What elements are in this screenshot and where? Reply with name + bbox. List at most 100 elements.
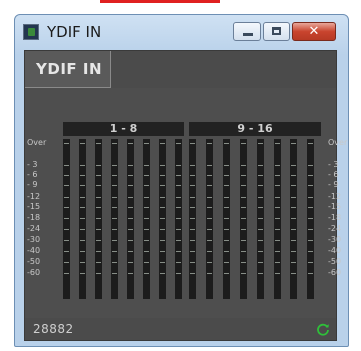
meter-tick bbox=[223, 197, 229, 198]
meter-tick bbox=[144, 262, 149, 263]
meter-tick bbox=[206, 273, 212, 274]
meter-tick bbox=[240, 240, 246, 241]
meter-tick bbox=[308, 143, 314, 144]
level-meter-15 bbox=[290, 139, 298, 299]
meter-tick bbox=[274, 185, 280, 186]
meter-tick bbox=[64, 218, 69, 219]
meter-tick bbox=[274, 262, 280, 263]
meter-tick bbox=[176, 229, 181, 230]
meter-tick bbox=[80, 185, 85, 186]
meter-tick bbox=[112, 197, 117, 198]
meter-tick bbox=[144, 175, 149, 176]
meter-tick bbox=[257, 207, 263, 208]
meter-tick bbox=[96, 240, 101, 241]
meter-tick bbox=[128, 185, 133, 186]
meter-tick bbox=[144, 273, 149, 274]
title-bar[interactable]: YDIF IN ✕ bbox=[15, 15, 348, 49]
meter-tick bbox=[190, 262, 195, 263]
meter-tick bbox=[80, 197, 85, 198]
meter-tick bbox=[291, 143, 297, 144]
meter-tick bbox=[176, 207, 181, 208]
minimize-button[interactable] bbox=[233, 22, 261, 41]
meter-tick bbox=[308, 197, 314, 198]
meter-tick bbox=[240, 207, 246, 208]
app-icon[interactable] bbox=[23, 24, 39, 40]
level-meter-9 bbox=[189, 139, 196, 299]
meter-tick bbox=[144, 240, 149, 241]
tab-label: YDIF IN bbox=[36, 60, 102, 78]
meter-tick bbox=[96, 165, 101, 166]
meter-tick bbox=[96, 185, 101, 186]
meter-tick bbox=[190, 175, 195, 176]
meter-tick bbox=[257, 273, 263, 274]
meter-tick bbox=[112, 165, 117, 166]
meter-tick bbox=[190, 273, 195, 274]
meter-tick bbox=[160, 143, 165, 144]
meter-tick bbox=[128, 229, 133, 230]
meter-tick bbox=[308, 229, 314, 230]
level-meter-2 bbox=[79, 139, 86, 299]
meter-tick bbox=[291, 185, 297, 186]
meter-tick bbox=[257, 197, 263, 198]
meter-tick bbox=[128, 273, 133, 274]
meter-panel: 1 - 8 9 - 16 Over - 3- 6- 9 -12 -15 -18 -24 -3… bbox=[25, 88, 347, 318]
meter-tick bbox=[176, 175, 181, 176]
meter-tick bbox=[64, 262, 69, 263]
meter-tick bbox=[190, 143, 195, 144]
level-meter-3 bbox=[95, 139, 102, 299]
meter-tick bbox=[240, 197, 246, 198]
meter-tick bbox=[240, 251, 246, 252]
meter-tick bbox=[80, 273, 85, 274]
scale-label: - 3 bbox=[328, 160, 339, 169]
close-button[interactable]: ✕ bbox=[292, 22, 336, 41]
meter-tick bbox=[291, 207, 297, 208]
meter-tick bbox=[96, 143, 101, 144]
meter-tick bbox=[257, 165, 263, 166]
meter-tick bbox=[80, 218, 85, 219]
meter-tick bbox=[176, 273, 181, 274]
level-meter-5 bbox=[127, 139, 134, 299]
tab-ydif-in[interactable]: YDIF IN bbox=[25, 51, 111, 88]
scale-label: -12 bbox=[27, 192, 41, 201]
meter-tick bbox=[128, 175, 133, 176]
meter-tick bbox=[274, 218, 280, 219]
scale-label: Over bbox=[328, 138, 348, 147]
meter-tick bbox=[176, 240, 181, 241]
meter-tick bbox=[64, 197, 69, 198]
meter-tick bbox=[257, 175, 263, 176]
meter-tick bbox=[274, 165, 280, 166]
meter-tick bbox=[160, 240, 165, 241]
meter-tick bbox=[257, 251, 263, 252]
meter-tick bbox=[128, 240, 133, 241]
meter-tick bbox=[144, 251, 149, 252]
meter-tick bbox=[128, 251, 133, 252]
scale-label: - 9 bbox=[27, 180, 38, 189]
status-bar: 28882 bbox=[25, 318, 336, 340]
meter-tick bbox=[308, 207, 314, 208]
maximize-button[interactable] bbox=[263, 22, 290, 41]
meter-tick bbox=[64, 273, 69, 274]
meter-tick bbox=[240, 175, 246, 176]
meter-tick bbox=[80, 229, 85, 230]
level-meter-7 bbox=[159, 139, 166, 299]
meter-tick bbox=[144, 207, 149, 208]
meter-tick bbox=[308, 175, 314, 176]
group-header-1-8: 1 - 8 bbox=[63, 122, 184, 136]
meter-tick bbox=[96, 175, 101, 176]
level-meter-13 bbox=[256, 139, 264, 299]
meter-tick bbox=[160, 229, 165, 230]
meter-tick bbox=[308, 218, 314, 219]
meter-tick bbox=[190, 197, 195, 198]
close-icon: ✕ bbox=[308, 24, 320, 39]
meter-tick bbox=[128, 197, 133, 198]
meter-tick bbox=[206, 143, 212, 144]
meter-tick bbox=[64, 175, 69, 176]
scale-label: -60 bbox=[27, 268, 41, 277]
meter-tick bbox=[160, 175, 165, 176]
meter-tick bbox=[223, 143, 229, 144]
meter-tick bbox=[112, 262, 117, 263]
sync-icon[interactable] bbox=[316, 322, 330, 336]
meter-tick bbox=[308, 251, 314, 252]
meter-tick bbox=[223, 251, 229, 252]
meter-tick bbox=[190, 240, 195, 241]
